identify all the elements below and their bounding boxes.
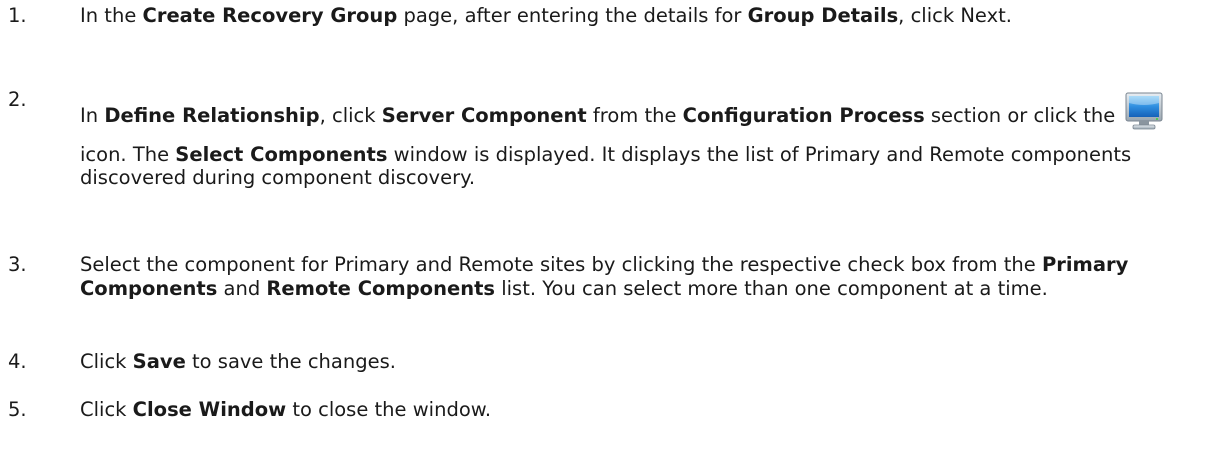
step-text: Select the component for Primary and Rem…: [80, 253, 1129, 300]
step-text: Click Save to save the changes.: [80, 350, 396, 373]
step-number: 2.: [8, 88, 27, 111]
computer-monitor-icon: [1125, 91, 1163, 131]
step-number: 1.: [8, 4, 27, 27]
step-text: In Define Relationship, click Server Com…: [80, 88, 1215, 189]
step-text: Click Close Window to close the window.: [80, 398, 492, 421]
instruction-list: 1. In the Create Recovery Group page, af…: [0, 0, 1226, 450]
step-text: In the Create Recovery Group page, after…: [80, 4, 1012, 27]
step-number: 5.: [8, 398, 27, 421]
step-number: 3.: [8, 253, 27, 276]
step-number: 4.: [8, 350, 27, 373]
